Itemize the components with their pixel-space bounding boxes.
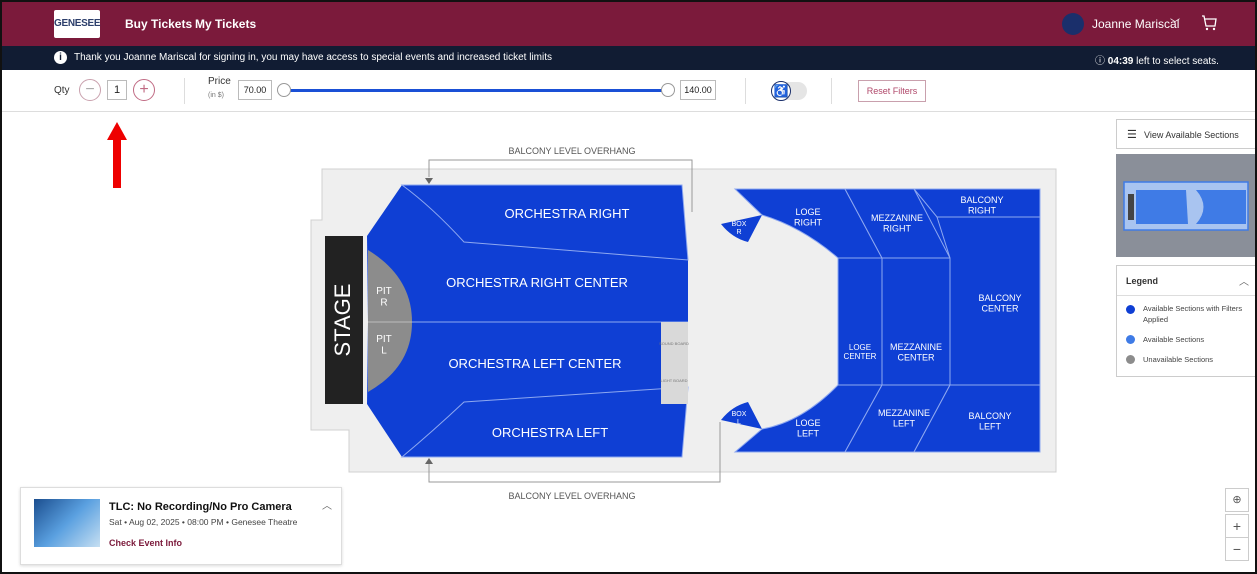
orchestra-right-center-label: ORCHESTRA RIGHT CENTER bbox=[446, 275, 628, 290]
list-icon: ☰ bbox=[1127, 129, 1137, 141]
price-label: Price bbox=[208, 76, 231, 87]
orchestra-left-label: ORCHESTRA LEFT bbox=[492, 425, 608, 440]
divider bbox=[745, 78, 746, 104]
balcony-center-label: BALCONY CENTER bbox=[978, 293, 1021, 313]
divider bbox=[184, 78, 185, 104]
sound-board-label: SOUND BOARD bbox=[659, 341, 689, 346]
legend-dot-unavailable bbox=[1126, 355, 1135, 364]
legend-panel: Legend ︿ Available Sections with Filters… bbox=[1116, 265, 1255, 377]
chevron-up-icon[interactable]: ︿ bbox=[1239, 273, 1249, 288]
price-slider-max-handle[interactable] bbox=[661, 83, 675, 97]
price-slider-min-handle[interactable] bbox=[277, 83, 291, 97]
top-navigation: GENESEE Buy Tickets My Tickets Joanne Ma… bbox=[2, 2, 1255, 46]
seat-selection-timer: ⓘ 04:39 left to select seats. bbox=[1095, 52, 1219, 67]
loge-left-label: LOGE LEFT bbox=[795, 418, 820, 438]
divider bbox=[831, 78, 832, 104]
view-sections-label: View Available Sections bbox=[1144, 130, 1239, 140]
chevron-up-icon[interactable]: ︿ bbox=[322, 497, 332, 512]
section-loge-center[interactable] bbox=[837, 257, 883, 386]
divider bbox=[1117, 295, 1255, 296]
qty-decrement-button[interactable]: − bbox=[79, 79, 101, 101]
chevron-down-icon[interactable]: ﹀ bbox=[1170, 15, 1180, 30]
price-min-input[interactable]: 70.00 bbox=[238, 80, 272, 100]
arrow-up-icon bbox=[107, 122, 127, 188]
price-unit: (in $) bbox=[208, 92, 224, 99]
view-available-sections-button[interactable]: ☰ View Available Sections bbox=[1116, 119, 1255, 149]
filter-bar: Qty − 1 + Price (in $) 70.00 140.00 ♿ Re… bbox=[2, 70, 1255, 112]
loge-right-label: LOGE RIGHT bbox=[794, 207, 823, 227]
check-event-info-link[interactable]: Check Event Info bbox=[109, 538, 182, 548]
app-frame: GENESEE Buy Tickets My Tickets Joanne Ma… bbox=[0, 0, 1257, 574]
seat-map-minimap[interactable] bbox=[1116, 154, 1256, 257]
stage-label: STAGE bbox=[330, 284, 355, 357]
cart-icon[interactable] bbox=[1200, 14, 1218, 32]
event-info-card: TLC: No Recording/No Pro Camera Sat • Au… bbox=[20, 487, 342, 565]
legend-item-unavailable: Unavailable Sections bbox=[1143, 355, 1214, 364]
qty-label: Qty bbox=[54, 85, 70, 96]
user-name-menu[interactable]: Joanne Mariscal bbox=[1092, 17, 1179, 31]
mezzanine-center-label: MEZZANINE CENTER bbox=[890, 342, 942, 362]
genesee-logo[interactable]: GENESEE bbox=[54, 10, 101, 38]
user-avatar[interactable] bbox=[1062, 13, 1084, 35]
nav-buy-tickets[interactable]: Buy Tickets bbox=[125, 17, 192, 31]
nav-my-tickets[interactable]: My Tickets bbox=[195, 17, 256, 31]
price-max-input[interactable]: 140.00 bbox=[680, 80, 716, 100]
timer-suffix: left to select seats. bbox=[1136, 56, 1219, 67]
zoom-out-button[interactable]: − bbox=[1225, 537, 1249, 561]
legend-dot-available bbox=[1126, 335, 1135, 344]
recenter-icon[interactable]: ⊕ bbox=[1225, 488, 1249, 512]
event-title: TLC: No Recording/No Pro Camera bbox=[109, 501, 292, 513]
legend-dot-filtered bbox=[1126, 305, 1135, 314]
orchestra-right-label: ORCHESTRA RIGHT bbox=[505, 206, 630, 221]
event-date-venue: Sat • Aug 02, 2025 • 08:00 PM • Genesee … bbox=[109, 517, 298, 527]
zoom-in-button[interactable]: + bbox=[1225, 514, 1249, 538]
timer-icon: ⓘ bbox=[1095, 56, 1105, 67]
price-slider-track[interactable] bbox=[285, 89, 669, 92]
balcony-overhang-top-label: BALCONY LEVEL OVERHANG bbox=[508, 146, 635, 156]
sign-in-message: Thank you Joanne Mariscal for signing in… bbox=[74, 52, 553, 63]
light-board-label: LIGHT BOARD bbox=[660, 378, 687, 383]
legend-title: Legend bbox=[1126, 276, 1159, 286]
info-icon: i bbox=[54, 51, 67, 64]
qty-input[interactable]: 1 bbox=[107, 80, 127, 100]
event-thumbnail bbox=[34, 499, 100, 547]
legend-item-available: Available Sections bbox=[1143, 335, 1205, 344]
reset-filters-button[interactable]: Reset Filters bbox=[858, 80, 926, 102]
timer-value: 04:39 bbox=[1107, 56, 1134, 67]
wheelchair-icon[interactable]: ♿ bbox=[771, 81, 791, 101]
orchestra-left-center-label: ORCHESTRA LEFT CENTER bbox=[448, 356, 621, 371]
sound-light-board bbox=[661, 322, 688, 404]
sign-in-info-bar: i Thank you Joanne Mariscal for signing … bbox=[2, 46, 1255, 70]
balcony-overhang-bottom-label: BALCONY LEVEL OVERHANG bbox=[508, 491, 635, 501]
qty-increment-button[interactable]: + bbox=[133, 79, 155, 101]
legend-item-filtered: Available Sections with Filters Applied bbox=[1143, 304, 1243, 324]
section-mezzanine-center[interactable] bbox=[881, 257, 951, 386]
